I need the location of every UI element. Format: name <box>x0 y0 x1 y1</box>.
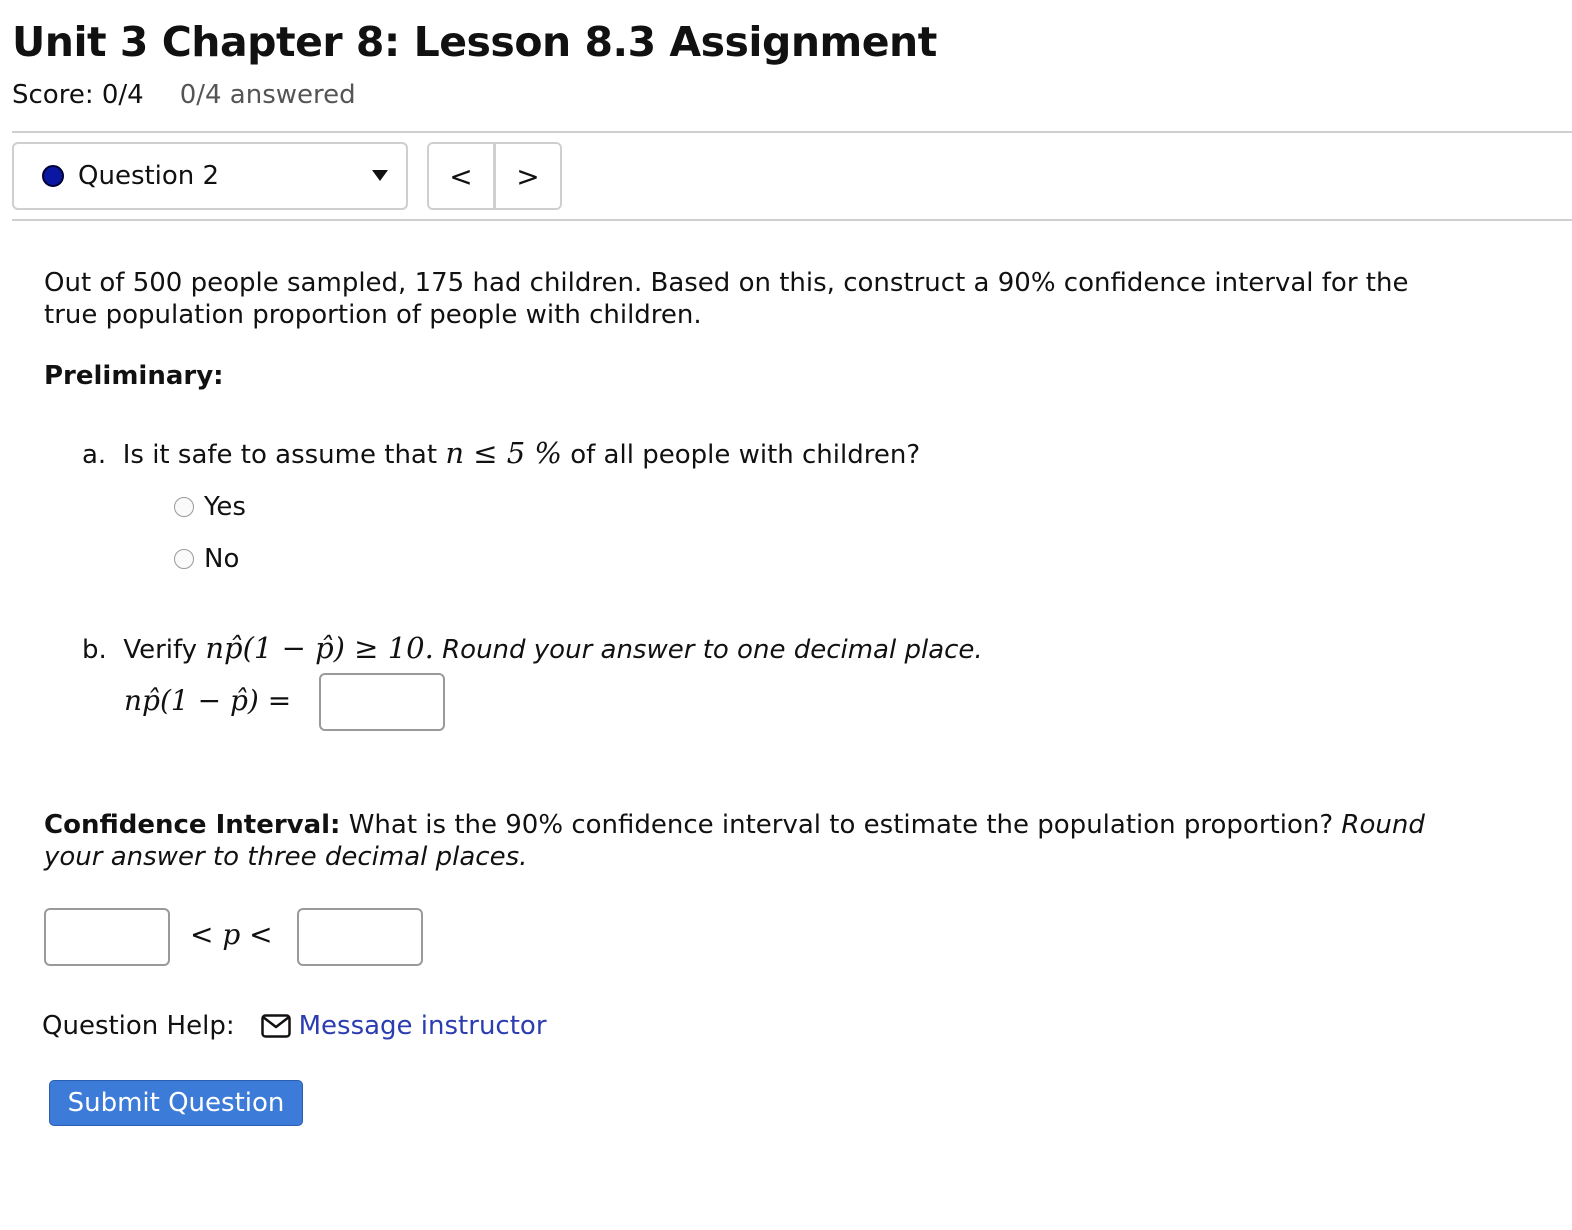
part-a-marker: a. <box>82 440 107 470</box>
score-line: Score: 0/4 0/4 answered <box>12 80 356 110</box>
part-a-text-before: Is it safe to assume that <box>122 440 438 470</box>
part-b-answer-input[interactable] <box>319 673 445 731</box>
page-title: Unit 3 Chapter 8: Lesson 8.3 Assignment <box>12 18 937 66</box>
part-b-prompt: b. Verify np̂(1 − p̂) ≥ 10. Round your a… <box>82 631 983 665</box>
part-a-math: n ≤ 5 % <box>445 436 562 470</box>
ci-text: What is the 90% confidence interval to e… <box>348 810 1334 840</box>
ci-lower-input[interactable] <box>44 908 170 966</box>
question-help: Question Help: Message instructor <box>42 1011 547 1041</box>
part-b-equation-lhs: np̂(1 − p̂) = <box>124 684 292 717</box>
part-b-text-before: Verify <box>123 635 198 665</box>
score-text: Score: 0/4 <box>12 80 144 110</box>
part-a-text-after: of all people with children? <box>570 440 921 470</box>
part-b-math: np̂(1 − p̂) ≥ 10. <box>205 631 434 665</box>
question-help-label: Question Help: <box>42 1011 235 1041</box>
option-no-label: No <box>204 544 240 574</box>
prev-question-button[interactable]: < <box>429 144 493 208</box>
divider-bottom <box>12 219 1572 221</box>
radio-no[interactable] <box>174 549 194 569</box>
question-pager: < > <box>427 142 562 210</box>
question-prompt: Out of 500 people sampled, 175 had child… <box>44 268 1409 330</box>
question-select-label: Question 2 <box>78 161 220 191</box>
ci-label: Confidence Interval: <box>44 810 341 840</box>
part-b-instruction: Round your answer to one decimal place. <box>442 635 983 665</box>
option-yes-label: Yes <box>204 492 246 522</box>
mail-icon <box>260 1014 291 1038</box>
next-question-button[interactable]: > <box>493 144 560 208</box>
ci-upper-input[interactable] <box>297 908 423 966</box>
question-select[interactable]: Question 2 <box>12 142 408 210</box>
radio-yes[interactable] <box>174 497 194 517</box>
answered-count: 0/4 answered <box>179 80 356 110</box>
preliminary-heading: Preliminary: <box>44 361 224 391</box>
message-instructor-link[interactable]: Message instructor <box>299 1011 547 1041</box>
option-yes[interactable]: Yes <box>174 492 246 522</box>
question-status-dot <box>42 165 64 187</box>
part-a-prompt: a. Is it safe to assume that n ≤ 5 % of … <box>82 436 920 470</box>
part-b-marker: b. <box>82 635 107 665</box>
ci-middle-expression: < p < <box>190 918 273 951</box>
ci-prompt: Confidence Interval: What is the 90% con… <box>44 809 1464 873</box>
option-no[interactable]: No <box>174 544 239 574</box>
divider-top <box>12 131 1572 133</box>
caret-down-icon <box>372 170 388 181</box>
submit-question-button[interactable]: Submit Question <box>49 1080 303 1126</box>
